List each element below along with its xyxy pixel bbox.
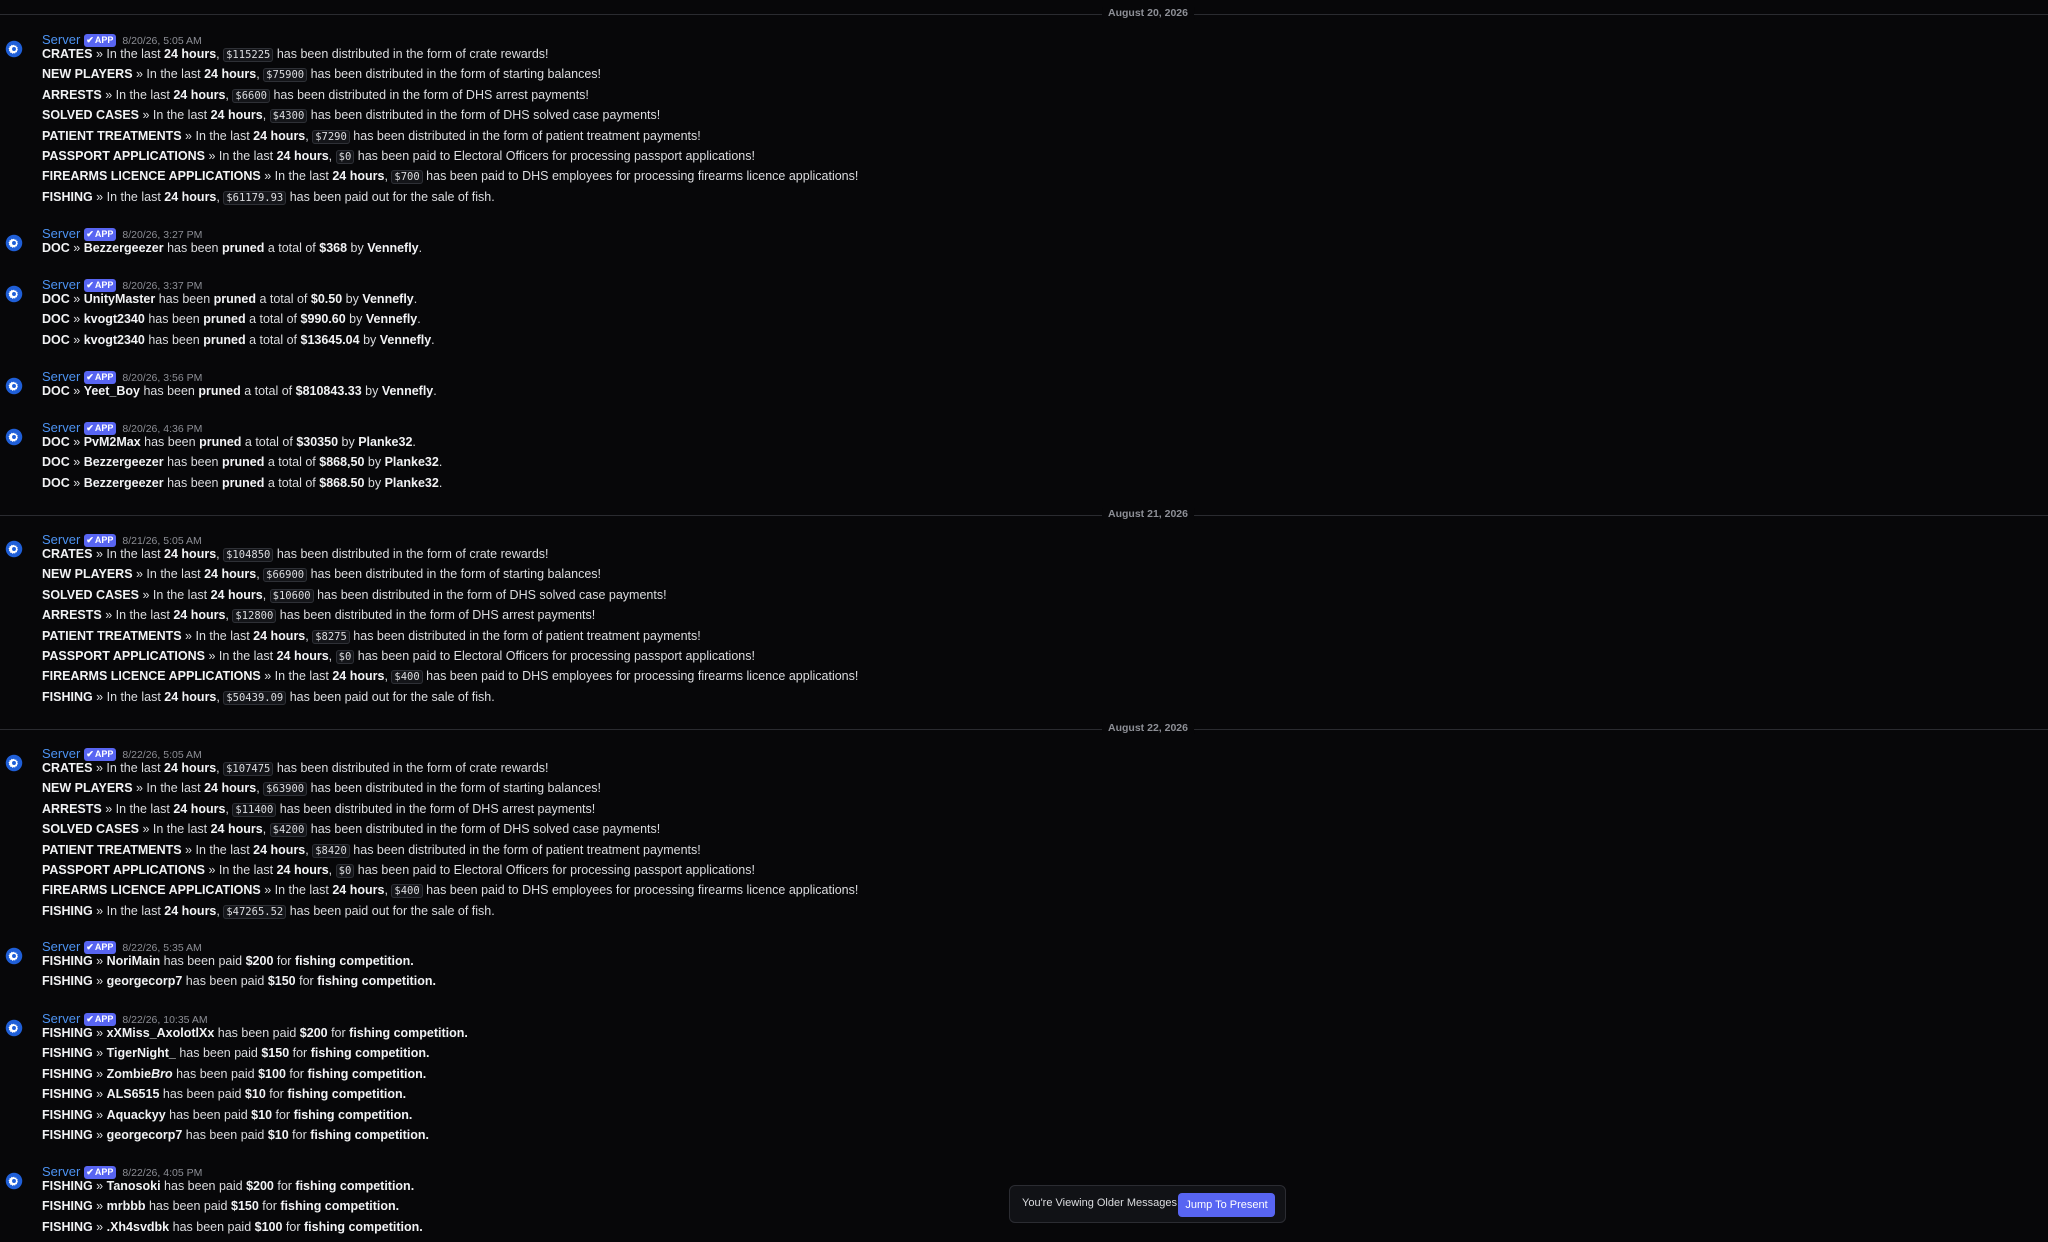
message-line: DOC » kvogt2340 has been pruned a total … [42, 332, 435, 347]
message-line: FISHING » NoriMain has been paid $200 fo… [42, 954, 414, 968]
message[interactable]: Server ✔APP 8/20/26, 3:56 PM DOC » Yeet_Boy… [0, 369, 2048, 406]
app-badge-label: APP [94, 423, 114, 433]
message[interactable]: Server ✔APP 8/20/26, 3:27 PM DOC » Bezzerge… [0, 226, 2048, 263]
jump-to-present-button[interactable]: Jump To Present [1178, 1193, 1275, 1217]
app-badge-label: APP [94, 942, 114, 952]
check-icon: ✔ [86, 35, 94, 45]
app-badge-label: APP [94, 1014, 114, 1024]
older-messages-bar: You're Viewing Older Messages Jump To Pr… [1009, 1185, 1286, 1223]
date-divider-label: August 21, 2026 [1102, 508, 1194, 520]
date-divider-label: August 22, 2026 [1102, 722, 1194, 734]
check-icon: ✔ [86, 1167, 94, 1177]
date-divider-label: August 20, 2026 [1102, 7, 1194, 19]
message-line: DOC » Bezzergeezer has been pruned a tot… [42, 475, 443, 490]
message-line: FISHING » xXMiss_AxolotlXx has been paid… [42, 1026, 468, 1040]
message-line: DOC » kvogt2340 has been pruned a total … [42, 312, 421, 327]
message[interactable]: Server ✔APP 8/22/26, 5:05 AM CRATES » In th… [0, 746, 2048, 926]
message[interactable]: Server ✔APP 8/20/26, 4:36 PM DOC » PvM2Max … [0, 420, 2048, 498]
message[interactable]: Server ✔APP 8/22/26, 5:35 AM FISHING » Nori… [0, 939, 2048, 997]
check-icon: ✔ [86, 229, 94, 239]
gear-icon[interactable] [5, 1172, 23, 1190]
date-divider: August 20, 2026 [0, 7, 2048, 19]
gear-icon[interactable] [5, 1019, 23, 1037]
app-badge-label: APP [94, 229, 114, 239]
message[interactable]: Server ✔APP 8/22/26, 10:35 AM FISHING » xXM… [0, 1011, 2048, 1150]
check-icon: ✔ [86, 372, 94, 382]
message-line: NEW PLAYERS » In the last 24 hours, $759… [42, 67, 602, 83]
message-line: FIREARMS LICENCE APPLICATIONS » In the l… [42, 669, 859, 685]
message-line: FISHING » In the last 24 hours, $61179.9… [42, 189, 495, 205]
gear-icon[interactable] [5, 377, 23, 395]
message-line: FISHING » ZombieBro has been paid $100 f… [42, 1066, 427, 1081]
check-icon: ✔ [86, 749, 94, 759]
message-line: CRATES » In the last 24 hours, $115225 h… [42, 47, 549, 62]
message-line: ARRESTS » In the last 24 hours, $12800 h… [42, 608, 596, 624]
message-line: ARRESTS » In the last 24 hours, $6600 ha… [42, 87, 589, 103]
app-badge-label: APP [94, 35, 114, 45]
gear-icon[interactable] [5, 234, 23, 252]
check-icon: ✔ [86, 535, 94, 545]
check-icon: ✔ [86, 280, 94, 290]
app-badge-label: APP [94, 535, 114, 545]
message[interactable]: Server ✔APP 8/20/26, 5:05 AM CRATES » In th… [0, 32, 2048, 212]
message-line: PATIENT TREATMENTS » In the last 24 hour… [42, 842, 701, 858]
check-icon: ✔ [86, 1014, 94, 1024]
app-badge-label: APP [94, 1167, 114, 1177]
gear-icon[interactable] [5, 40, 23, 58]
message-line: FISHING » Tanosoki has been paid $200 fo… [42, 1179, 415, 1193]
message[interactable]: Server ✔APP 8/20/26, 3:37 PM DOC » UnityMas… [0, 277, 2048, 355]
message-line: PATIENT TREATMENTS » In the last 24 hour… [42, 128, 701, 144]
gear-icon[interactable] [5, 754, 23, 772]
check-icon: ✔ [86, 423, 94, 433]
app-badge-label: APP [94, 372, 114, 382]
message-line: NEW PLAYERS » In the last 24 hours, $639… [42, 781, 602, 797]
message-line: SOLVED CASES » In the last 24 hours, $42… [42, 822, 661, 838]
message-line: FIREARMS LICENCE APPLICATIONS » In the l… [42, 169, 859, 185]
message-line: FISHING » georgecorp7 has been paid $10 … [42, 1128, 429, 1142]
app-badge-label: APP [94, 280, 114, 290]
message-line: FISHING » ALS6515 has been paid $10 for … [42, 1087, 407, 1102]
gear-icon[interactable] [5, 428, 23, 446]
message-line: DOC » Bezzergeezer has been pruned a tot… [42, 455, 443, 470]
message-line: FISHING » .Xh4svdbk has been paid $100 f… [42, 1219, 423, 1234]
message-line: PASSPORT APPLICATIONS » In the last 24 h… [42, 649, 755, 664]
gear-icon[interactable] [5, 540, 23, 558]
message-line: FISHING » georgecorp7 has been paid $150… [42, 974, 436, 989]
message-line: CRATES » In the last 24 hours, $107475 h… [42, 761, 549, 776]
message-line: FIREARMS LICENCE APPLICATIONS » In the l… [42, 883, 859, 899]
message-line: SOLVED CASES » In the last 24 hours, $43… [42, 108, 661, 124]
message-line: DOC » Yeet_Boy has been pruned a total o… [42, 384, 437, 398]
app-badge-label: APP [94, 749, 114, 759]
gear-icon[interactable] [5, 285, 23, 303]
message-line: DOC » UnityMaster has been pruned a tota… [42, 292, 418, 306]
message-line: PATIENT TREATMENTS » In the last 24 hour… [42, 628, 701, 644]
message-feed[interactable]: August 20, 2026 August 21, 2026 August 22,… [0, 0, 2048, 1239]
message-line: FISHING » mrbbb has been paid $150 for f… [42, 1199, 400, 1214]
check-icon: ✔ [86, 942, 94, 952]
message-line: NEW PLAYERS » In the last 24 hours, $669… [42, 567, 602, 583]
date-divider: August 21, 2026 [0, 508, 2048, 520]
date-divider: August 22, 2026 [0, 722, 2048, 734]
message-line: FISHING » In the last 24 hours, $50439.0… [42, 689, 495, 705]
message-line: FISHING » In the last 24 hours, $47265.5… [42, 903, 495, 919]
message-line: FISHING » TigerNight_ has been paid $150… [42, 1046, 430, 1061]
older-messages-label: You're Viewing Older Messages [1022, 1197, 1177, 1209]
message-line: ARRESTS » In the last 24 hours, $11400 h… [42, 801, 596, 817]
gear-icon[interactable] [5, 947, 23, 965]
message-line: FISHING » Aquackyy has been paid $10 for… [42, 1107, 413, 1122]
message-line: SOLVED CASES » In the last 24 hours, $10… [42, 587, 667, 603]
message-line: PASSPORT APPLICATIONS » In the last 24 h… [42, 863, 755, 878]
message[interactable]: Server ✔APP 8/21/26, 5:05 AM CRATES » In th… [0, 532, 2048, 712]
message-line: PASSPORT APPLICATIONS » In the last 24 h… [42, 149, 755, 164]
message-line: DOC » Bezzergeezer has been pruned a tot… [42, 241, 423, 255]
message-line: DOC » PvM2Max has been pruned a total of… [42, 435, 416, 449]
message-line: CRATES » In the last 24 hours, $104850 h… [42, 547, 549, 562]
